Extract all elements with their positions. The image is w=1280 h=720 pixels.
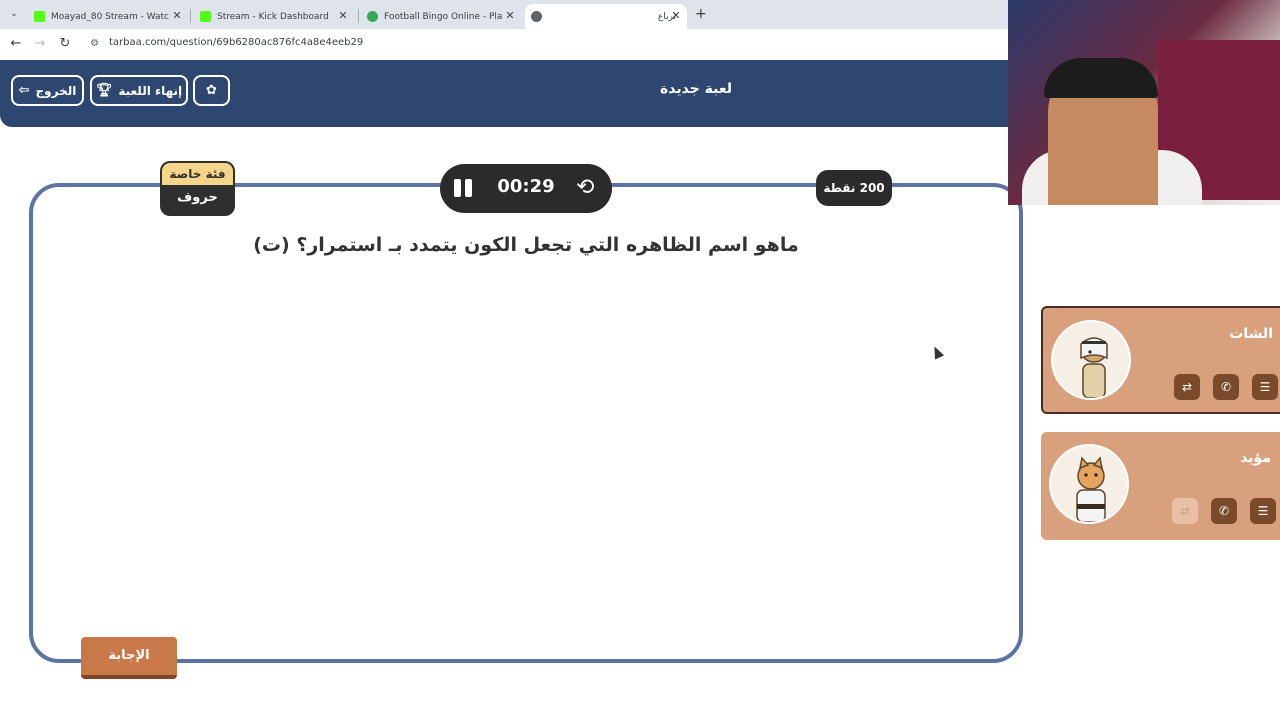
close-tab-icon[interactable]: ✕ [336,9,350,22]
team-card-chat[interactable]: الشات ⇄ ✆ ☰ [1041,306,1280,414]
cat-avatar-icon [1076,456,1106,522]
theme-palette-button[interactable]: ✿ [193,75,230,106]
close-tab-icon[interactable]: ✕ [669,9,683,22]
site-info-icon[interactable]: ⚙ [90,38,99,49]
browser-tab-2[interactable]: Stream - Kick Dashboard ✕ [200,4,350,29]
palette-icon: ✿ [206,83,217,98]
kick-favicon-icon [34,11,45,22]
reset-timer-icon[interactable]: ⟲ [576,175,594,201]
browser-tab-active[interactable]: ترباع ✕ [525,4,687,29]
browser-toolbar: ← → ↻ ⚙ tarbaa.com/question/69b6280ac876… [0,29,1008,60]
football-favicon-icon [367,11,378,22]
points-badge: 200 نقطة [816,170,892,206]
team-avatar [1049,444,1129,524]
question-text: ماهو اسم الظاهره التي تجعل الكون يتمدد ب… [253,234,799,256]
browser-tab-3[interactable]: Football Bingo Online - Play Now ✕ [367,4,517,29]
question-timer: 00:29 ⟲ [440,164,612,213]
camel-avatar-icon [1080,337,1108,398]
tab-search-chevron-icon[interactable]: ⌄ [6,6,22,22]
menu-list-icon[interactable]: ☰ [1250,498,1276,524]
team-name: مؤيد [1240,450,1271,466]
new-tab-button[interactable]: + [695,6,707,22]
close-tab-icon[interactable]: ✕ [503,9,517,22]
browser-tab-1[interactable]: Moayad_80 Stream - Watch Live ✕ [34,4,184,29]
call-friend-phone-icon[interactable]: ✆ [1211,498,1237,524]
trophy-icon: 🏆︎ [95,83,113,98]
browser-tab-strip: ⌄ Moayad_80 Stream - Watch Live ✕ Stream… [0,0,1008,29]
reload-icon[interactable]: ↻ [57,36,73,51]
menu-list-icon[interactable]: ☰ [1252,374,1278,400]
special-category-label: فئة خاصة [162,163,233,185]
call-friend-phone-icon[interactable]: ✆ [1213,374,1239,400]
tab-title: ترباع [657,11,676,22]
tab-title: Football Bingo Online - Play Now [384,11,502,22]
tab-title: Moayad_80 Stream - Watch Live [51,11,169,22]
exit-button-label: الخروج [35,83,77,98]
game-title: لعبة جديدة [659,81,733,97]
team-name: الشات [1229,326,1273,342]
game-header: الخروج ⇦ إنهاء اللعبة 🏆︎ ✿ لعبة جديدة [0,60,1008,127]
address-bar[interactable]: ⚙ tarbaa.com/question/69b6280ac876fc4a8e… [84,33,1000,56]
exit-door-icon: ⇦ [18,83,30,98]
category-name: حروف [177,190,218,205]
back-arrow-icon[interactable]: ← [8,36,24,51]
category-badge: فئة خاصة حروف [160,161,235,216]
tarbaa-favicon-icon [531,11,542,22]
close-tab-icon[interactable]: ✕ [170,9,184,22]
team-card-moayad[interactable]: مؤيد ⇄ ✆ ☰ [1041,432,1280,540]
tab-separator [358,9,359,23]
webcam-person-cap [1044,58,1158,98]
url-text: tarbaa.com/question/69b6280ac876fc4a8e4e… [109,37,364,48]
webcam-overlay [1008,0,1280,205]
two-answers-helper-icon: ⇄ [1172,498,1198,524]
two-answers-helper-icon[interactable]: ⇄ [1174,374,1200,400]
pause-icon[interactable] [454,179,472,197]
end-game-button-label: إنهاء اللعبة [118,83,183,98]
end-game-button[interactable]: إنهاء اللعبة 🏆︎ [90,75,188,106]
forward-arrow-icon[interactable]: → [32,36,48,51]
show-answer-button[interactable]: الإجابة [81,637,177,679]
team-avatar [1051,320,1131,400]
kick-favicon-icon [200,11,211,22]
tab-title: Stream - Kick Dashboard [217,11,329,22]
timer-value: 00:29 [497,176,555,197]
exit-button[interactable]: الخروج ⇦ [11,75,84,106]
tab-separator [190,9,191,23]
